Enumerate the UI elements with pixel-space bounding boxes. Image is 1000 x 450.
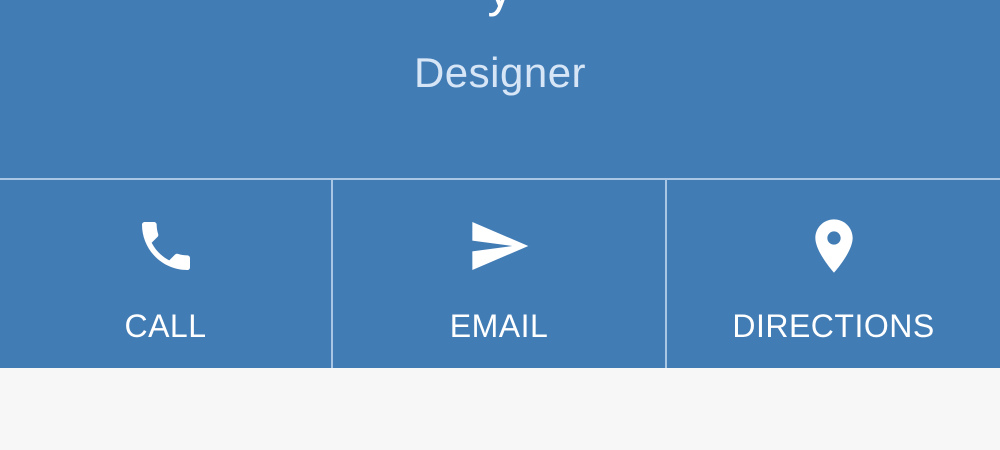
- profile-card: y Designer CALL EMAIL DIRECTIONS: [0, 0, 1000, 368]
- action-bar: CALL EMAIL DIRECTIONS: [0, 178, 1000, 368]
- profile-name: y: [0, 0, 1000, 14]
- directions-button[interactable]: DIRECTIONS: [667, 180, 1000, 368]
- email-button[interactable]: EMAIL: [333, 180, 667, 368]
- call-label: CALL: [124, 308, 207, 344]
- profile-role: Designer: [413, 49, 587, 96]
- call-button[interactable]: CALL: [0, 180, 333, 368]
- directions-label: DIRECTIONS: [732, 308, 935, 344]
- content-area: [0, 368, 1000, 450]
- phone-icon: [141, 222, 190, 270]
- location-pin-icon: [814, 219, 853, 273]
- email-label: EMAIL: [449, 308, 549, 344]
- send-icon: [472, 222, 529, 270]
